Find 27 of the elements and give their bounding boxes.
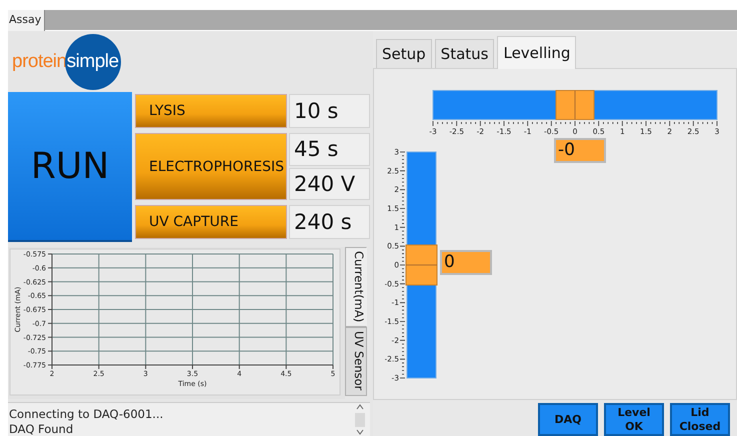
status-indicator: Lid Closed: [670, 403, 730, 436]
slider-thumb[interactable]: [556, 90, 594, 120]
scrollbar[interactable]: [354, 403, 366, 436]
status-indicator: Level OK: [604, 403, 664, 436]
run-button[interactable]: RUN: [8, 92, 132, 242]
log-line: Connecting to DAQ-6001...: [9, 407, 164, 422]
stage-button[interactable]: LYSIS: [135, 94, 287, 128]
scroll-down-icon[interactable]: [356, 429, 364, 435]
value-field[interactable]: 45 s: [289, 132, 370, 166]
value-field[interactable]: 240 V: [289, 168, 370, 200]
graph-tab[interactable]: Current(mA): [345, 247, 367, 328]
value-field[interactable]: 240 s: [289, 205, 370, 239]
brand-logo: proteinsimple: [8, 31, 121, 92]
tab[interactable]: Setup: [376, 39, 432, 68]
slider-thumb[interactable]: [406, 244, 438, 286]
tab[interactable]: Status: [434, 39, 494, 68]
stage-button[interactable]: ELECTROPHORESIS: [135, 132, 287, 200]
status-indicator: DAQ: [538, 403, 598, 436]
reading-field: -0: [554, 138, 606, 163]
value-field[interactable]: 10 s: [289, 94, 370, 128]
window-tab[interactable]: Assay: [8, 10, 46, 31]
stage-button[interactable]: UV CAPTURE: [135, 205, 287, 239]
scroll-up-icon[interactable]: [356, 403, 364, 411]
tab[interactable]: Levelling: [497, 36, 576, 69]
graph-tab[interactable]: UV Sensor: [345, 327, 367, 396]
reading-field: 0: [440, 250, 492, 275]
log-line: DAQ Found: [9, 422, 74, 436]
